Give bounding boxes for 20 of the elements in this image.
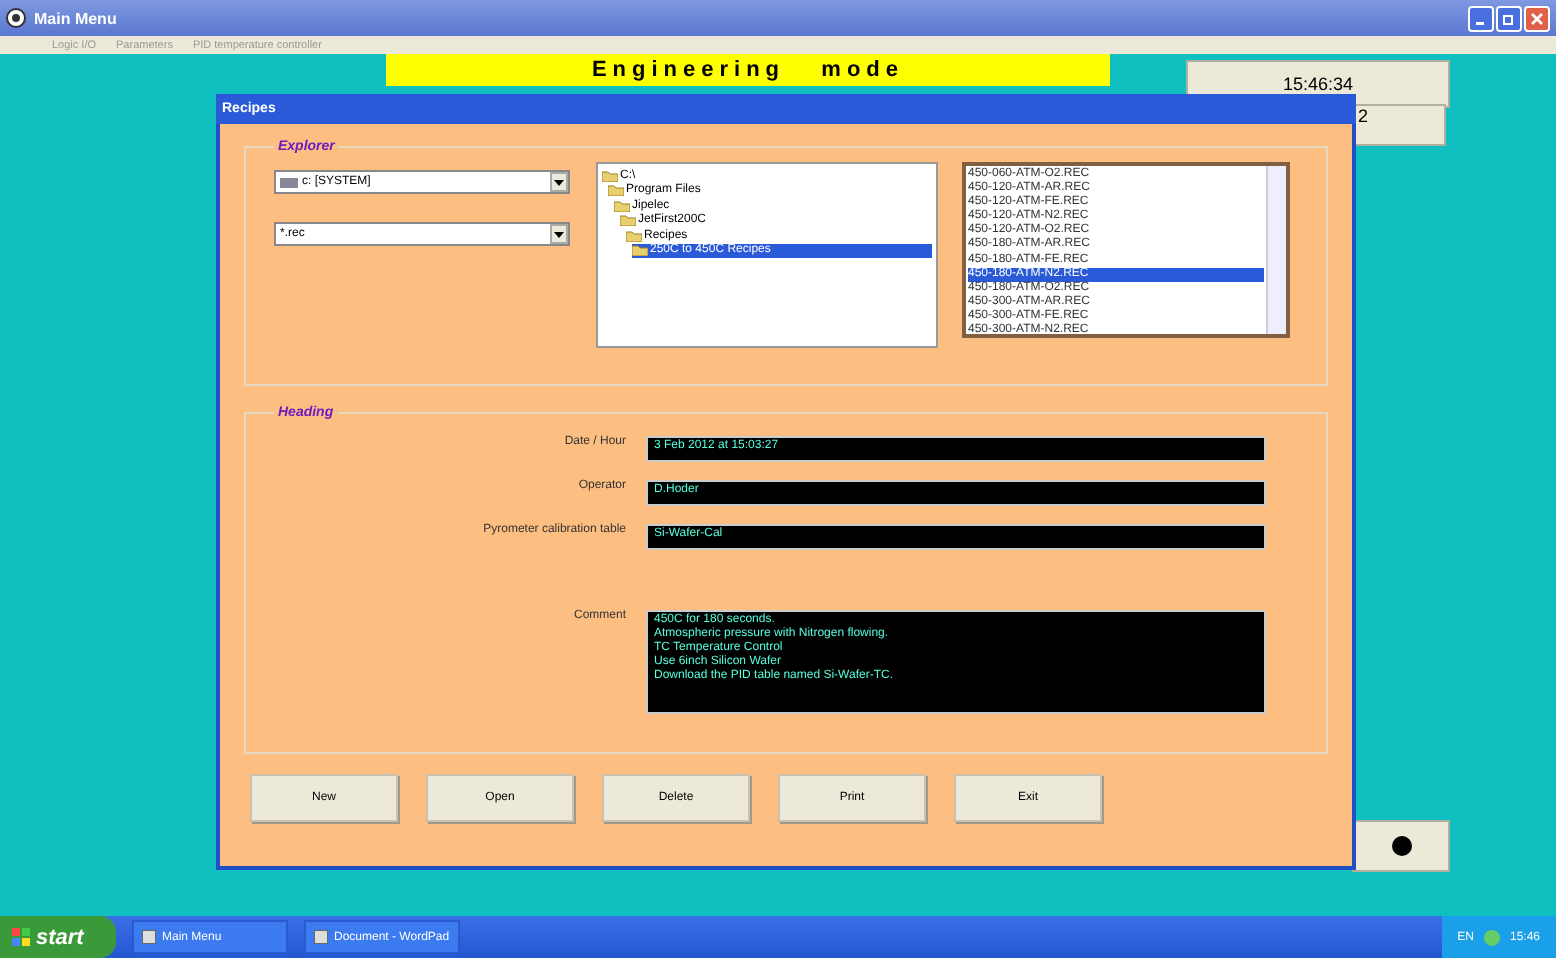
mode-banner: Engineering mode <box>386 54 1110 86</box>
scrollbar[interactable] <box>1266 166 1286 334</box>
window-icon <box>314 930 328 944</box>
dropdown-button[interactable] <box>550 224 568 244</box>
close-icon <box>1530 11 1544 25</box>
status-panel: 2 <box>1352 104 1446 146</box>
drive-icon <box>280 177 298 187</box>
restore-button[interactable] <box>1496 5 1522 31</box>
caret-icon <box>554 179 564 185</box>
window-title: Main Menu <box>34 9 117 27</box>
window-icon <box>142 930 156 944</box>
windows-logo-icon <box>12 928 30 946</box>
close-button[interactable] <box>1524 5 1550 31</box>
app-icon <box>6 8 26 28</box>
maximize-icon <box>1502 11 1516 25</box>
dropdown-button[interactable] <box>550 172 568 192</box>
indicator-dot-icon <box>1391 836 1411 856</box>
minimize-button[interactable] <box>1468 5 1494 31</box>
caret-icon <box>554 231 564 237</box>
start-button[interactable]: start <box>0 916 116 958</box>
